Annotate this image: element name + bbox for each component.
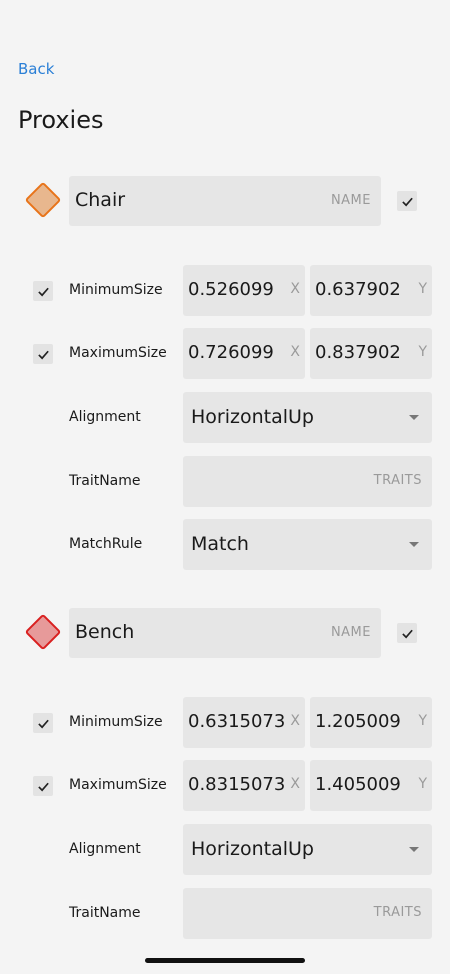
minimum-size-label: MinimumSize bbox=[69, 282, 163, 298]
minimum-size-x-field[interactable]: 0.526099 X bbox=[183, 265, 305, 316]
alignment-label: Alignment bbox=[69, 841, 141, 857]
proxy-header: Chair NAME bbox=[0, 176, 450, 228]
x-axis-label: X bbox=[288, 776, 300, 792]
y-axis-label: Y bbox=[416, 344, 427, 360]
diamond-color-icon[interactable] bbox=[24, 613, 62, 651]
alignment-value: HorizontalUp bbox=[191, 406, 314, 428]
maximum-size-x-field[interactable]: 0.726099 X bbox=[183, 328, 305, 379]
trait-name-label: TraitName bbox=[69, 905, 141, 921]
checkmark-icon bbox=[37, 350, 49, 359]
trait-name-row: TraitName TRAITS bbox=[0, 456, 450, 508]
trait-name-field[interactable]: TRAITS bbox=[183, 888, 432, 939]
home-indicator[interactable] bbox=[145, 958, 305, 963]
proxy-name-value: Bench bbox=[75, 621, 135, 643]
y-axis-label: Y bbox=[416, 713, 427, 729]
alignment-label: Alignment bbox=[69, 409, 141, 425]
alignment-row: Alignment HorizontalUp bbox=[0, 392, 450, 444]
checkmark-icon bbox=[401, 629, 413, 638]
proxy-enabled-checkbox[interactable] bbox=[397, 623, 417, 643]
proxy-enabled-checkbox[interactable] bbox=[397, 191, 417, 211]
proxy-name-value: Chair bbox=[75, 189, 126, 211]
minimum-size-y-field[interactable]: 1.205009 Y bbox=[310, 697, 432, 748]
alignment-row: Alignment HorizontalUp bbox=[0, 824, 450, 876]
minimum-size-y-field[interactable]: 0.637902 Y bbox=[310, 265, 432, 316]
trait-name-placeholder: TRAITS bbox=[373, 905, 422, 920]
minimum-size-checkbox[interactable] bbox=[33, 713, 53, 733]
y-axis-label: Y bbox=[416, 776, 427, 792]
maximum-size-row: MaximumSize 0.726099 X 0.837902 Y bbox=[0, 328, 450, 380]
maximum-size-y-value: 0.837902 bbox=[315, 342, 401, 363]
maximum-size-y-field[interactable]: 1.405009 Y bbox=[310, 760, 432, 811]
proxy-name-field[interactable]: Bench NAME bbox=[69, 608, 381, 658]
match-rule-row: MatchRule Match bbox=[0, 519, 450, 571]
match-rule-value: Match bbox=[191, 533, 249, 555]
proxy-name-placeholder: NAME bbox=[330, 625, 371, 640]
x-axis-label: X bbox=[288, 713, 300, 729]
checkmark-icon bbox=[37, 287, 49, 296]
minimum-size-row: MinimumSize 0.526099 X 0.637902 Y bbox=[0, 265, 450, 317]
checkmark-icon bbox=[37, 782, 49, 791]
proxy-name-field[interactable]: Chair NAME bbox=[69, 176, 381, 226]
minimum-size-y-value: 0.637902 bbox=[315, 279, 401, 300]
dropdown-caret-icon bbox=[409, 847, 419, 852]
trait-name-field[interactable]: TRAITS bbox=[183, 456, 432, 507]
minimum-size-x-field[interactable]: 0.6315073 X bbox=[183, 697, 305, 748]
dropdown-caret-icon bbox=[409, 415, 419, 420]
match-rule-label: MatchRule bbox=[69, 536, 143, 552]
maximum-size-row: MaximumSize 0.8315073 X 1.405009 Y bbox=[0, 760, 450, 812]
maximum-size-label: MaximumSize bbox=[69, 345, 167, 361]
x-axis-label: X bbox=[288, 344, 300, 360]
x-axis-label: X bbox=[288, 281, 300, 297]
checkmark-icon bbox=[401, 197, 413, 206]
trait-name-placeholder: TRAITS bbox=[373, 473, 422, 488]
maximum-size-x-value: 0.726099 bbox=[188, 342, 274, 363]
proxy-header: Bench NAME bbox=[0, 608, 450, 660]
minimum-size-label: MinimumSize bbox=[69, 714, 163, 730]
maximum-size-y-field[interactable]: 0.837902 Y bbox=[310, 328, 432, 379]
minimum-size-x-value: 0.6315073 bbox=[188, 711, 286, 732]
y-axis-label: Y bbox=[416, 281, 427, 297]
minimum-size-x-value: 0.526099 bbox=[188, 279, 274, 300]
diamond-color-icon[interactable] bbox=[24, 181, 62, 219]
alignment-dropdown[interactable]: HorizontalUp bbox=[183, 392, 432, 443]
maximum-size-x-field[interactable]: 0.8315073 X bbox=[183, 760, 305, 811]
trait-name-row: TraitName TRAITS bbox=[0, 888, 450, 940]
trait-name-label: TraitName bbox=[69, 473, 141, 489]
proxy-name-placeholder: NAME bbox=[330, 193, 371, 208]
page-title: Proxies bbox=[18, 106, 104, 134]
checkmark-icon bbox=[37, 719, 49, 728]
minimum-size-checkbox[interactable] bbox=[33, 281, 53, 301]
maximum-size-label: MaximumSize bbox=[69, 777, 167, 793]
back-button[interactable]: Back bbox=[18, 60, 54, 78]
alignment-dropdown[interactable]: HorizontalUp bbox=[183, 824, 432, 875]
dropdown-caret-icon bbox=[409, 542, 419, 547]
maximum-size-y-value: 1.405009 bbox=[315, 774, 401, 795]
maximum-size-checkbox[interactable] bbox=[33, 776, 53, 796]
alignment-value: HorizontalUp bbox=[191, 838, 314, 860]
minimum-size-y-value: 1.205009 bbox=[315, 711, 401, 732]
maximum-size-checkbox[interactable] bbox=[33, 344, 53, 364]
minimum-size-row: MinimumSize 0.6315073 X 1.205009 Y bbox=[0, 697, 450, 749]
match-rule-dropdown[interactable]: Match bbox=[183, 519, 432, 570]
maximum-size-x-value: 0.8315073 bbox=[188, 774, 286, 795]
